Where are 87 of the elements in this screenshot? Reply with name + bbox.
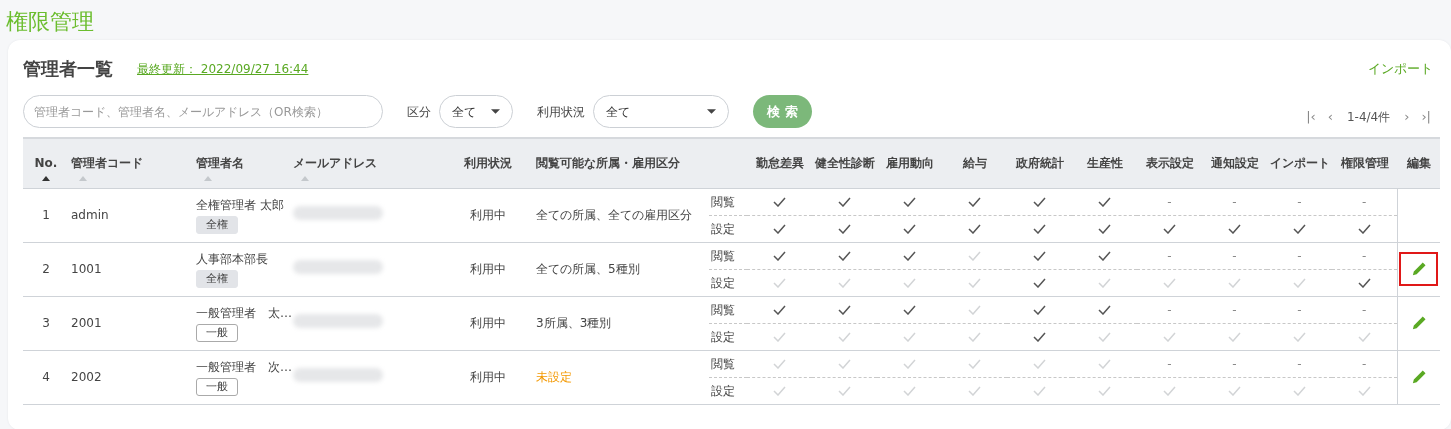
pencil-icon: [1411, 370, 1427, 385]
column-header[interactable]: No.: [34, 155, 58, 170]
row-number: 2: [42, 262, 50, 276]
column-header[interactable]: 管理者名: [196, 155, 244, 170]
dash-mark: -: [1232, 302, 1237, 317]
column-header: 権限管理: [1340, 156, 1389, 171]
admin-name: 全権管理者 太郎: [196, 197, 285, 214]
usage-status: 利用中: [469, 262, 506, 276]
last-updated-link[interactable]: 最終更新： 2022/09/27 16:44: [137, 60, 309, 78]
column-header: 給与: [962, 156, 987, 171]
usage-status: 利用中: [469, 208, 506, 222]
import-link[interactable]: インポート: [1368, 59, 1433, 79]
card-title: 管理者一覧: [23, 58, 113, 80]
last-page-button[interactable]: ›|: [1415, 106, 1437, 127]
view-label: 閲覧: [711, 302, 735, 317]
view-label: 閲覧: [711, 194, 735, 209]
dash-mark: -: [1232, 248, 1237, 263]
dash-mark: -: [1167, 302, 1172, 317]
previous-page-button[interactable]: ‹: [1321, 106, 1339, 127]
usage-status-label: 利用状況: [537, 103, 585, 121]
dash-mark: -: [1297, 356, 1302, 371]
accessible-scope: 全ての所属、全ての雇用区分: [536, 208, 692, 222]
dash-mark: -: [1362, 302, 1367, 317]
dash-mark: -: [1167, 194, 1172, 209]
dash-mark: -: [1362, 194, 1367, 209]
role-tag: 一般: [196, 378, 238, 396]
usage-status-dropdown[interactable]: 全て: [593, 95, 729, 128]
accessible-scope: 全ての所属、5種別: [536, 262, 640, 276]
caret-icon: [707, 109, 716, 114]
pencil-icon: [1411, 316, 1427, 331]
column-header[interactable]: 管理者コード: [71, 155, 143, 170]
search-button[interactable]: 検 索: [753, 95, 812, 128]
dash-mark: -: [1167, 356, 1172, 371]
category-label: 区分: [407, 103, 431, 121]
usage-status: 利用中: [469, 316, 506, 330]
row-number: 1: [42, 208, 50, 222]
first-page-button[interactable]: |‹: [1300, 106, 1322, 127]
column-header: 閲覧可能な所属・雇用区分: [536, 156, 680, 171]
column-header[interactable]: メールアドレス: [293, 155, 377, 170]
setting-label: 設定: [711, 329, 735, 344]
column-header: 雇用動向: [885, 156, 934, 171]
view-label: 閲覧: [711, 248, 735, 263]
setting-label: 設定: [711, 383, 735, 398]
row-number: 4: [42, 370, 50, 384]
search-field[interactable]: 管理者コード、管理者名、メールアドレス（OR検索）: [23, 95, 383, 128]
caret-icon: [491, 109, 500, 114]
column-header: 健全性診断: [814, 156, 875, 171]
page-range: 1-4/4件: [1346, 108, 1391, 126]
admin-code: 2002: [71, 370, 102, 384]
row-number: 3: [42, 316, 50, 330]
column-header: 勤怠差異: [755, 156, 804, 171]
setting-label: 設定: [711, 221, 735, 236]
admin-code: admin: [71, 208, 109, 222]
page-title: 権限管理: [5, 8, 95, 36]
accessible-scope: 3所属、3種別: [536, 316, 612, 330]
dash-mark: -: [1232, 194, 1237, 209]
admin-name: 一般管理者 次…: [196, 359, 289, 376]
column-header: 編集: [1406, 156, 1431, 171]
dash-mark: -: [1297, 248, 1302, 263]
dash-mark: -: [1232, 356, 1237, 371]
column-header: インポート: [1269, 156, 1330, 171]
admin-code: 1001: [71, 262, 102, 276]
role-tag: 一般: [196, 324, 238, 342]
edit-button[interactable]: [1401, 254, 1437, 284]
usage-status: 利用中: [469, 370, 506, 384]
setting-label: 設定: [711, 275, 735, 290]
column-header: 通知設定: [1210, 156, 1259, 171]
category-dropdown[interactable]: 全て: [439, 95, 513, 128]
column-header: 表示設定: [1145, 156, 1194, 171]
dash-mark: -: [1167, 248, 1172, 263]
column-header: 政府統計: [1015, 156, 1064, 171]
column-header: 生産性: [1086, 156, 1123, 171]
view-label: 閲覧: [711, 356, 735, 371]
accessible-scope: 未設定: [536, 370, 572, 384]
dash-mark: -: [1362, 248, 1367, 263]
dash-mark: -: [1297, 302, 1302, 317]
admin-name: 一般管理者 太…: [196, 305, 289, 322]
pencil-icon: [1411, 262, 1427, 277]
dash-mark: -: [1362, 356, 1367, 371]
column-header: 利用状況: [463, 156, 512, 171]
sort-arrow-icon[interactable]: [42, 175, 50, 181]
dash-mark: -: [1297, 194, 1302, 209]
admin-name: 人事部本部長: [196, 251, 269, 268]
role-tag: 全権: [196, 216, 238, 234]
next-page-button[interactable]: ›: [1398, 106, 1416, 127]
admin-code: 2001: [71, 316, 102, 330]
role-tag: 全権: [196, 270, 238, 288]
